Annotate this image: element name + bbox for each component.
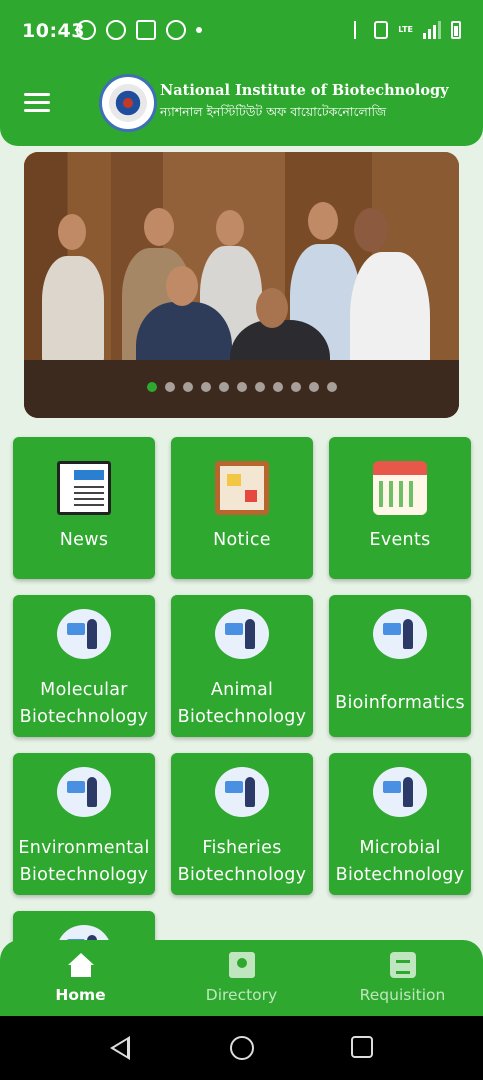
carousel-indicator — [24, 382, 459, 392]
more-notifications-dot-icon — [196, 27, 202, 33]
tile-news[interactable]: News — [13, 437, 155, 579]
app-title-english: National Institute of Biotechnology — [160, 82, 449, 99]
app-title-bangla: ন্যাশনাল ইনস্টিটিউট অফ বায়োটেকনোলোজি — [160, 104, 387, 119]
tile-events[interactable]: Events — [329, 437, 471, 579]
newspaper-icon — [57, 461, 111, 515]
scientist-laptop-icon — [57, 767, 111, 817]
scientist-laptop-icon — [373, 767, 427, 817]
carousel-dot[interactable] — [218, 382, 229, 392]
carousel-dot[interactable] — [272, 382, 283, 392]
tile-label: Biotechnology — [19, 707, 149, 727]
tile-label: Microbial — [359, 838, 441, 858]
tile-label: Animal — [210, 680, 274, 700]
scientist-laptop-icon — [57, 609, 111, 659]
nav-home-label: Home — [55, 986, 106, 1004]
carousel-dot[interactable] — [308, 382, 319, 392]
nav-directory-label: Directory — [205, 986, 278, 1004]
battery-icon — [451, 21, 461, 39]
bluetooth-icon — [354, 21, 364, 39]
tile-microbial-biotechnology[interactable]: Microbial Biotechnology — [329, 753, 471, 895]
tile-animal-biotechnology[interactable]: Animal Biotechnology — [171, 595, 313, 737]
nav-requisition-label: Requisition — [359, 986, 446, 1004]
tile-label: Molecular — [40, 680, 128, 700]
messenger-icon — [106, 20, 126, 40]
home-icon — [67, 952, 94, 978]
image-carousel[interactable] — [24, 152, 459, 418]
nav-directory[interactable]: Directory — [161, 952, 322, 1004]
tile-label: Environmental — [18, 838, 150, 858]
scientist-laptop-icon — [215, 609, 269, 659]
nav-home[interactable]: Home — [0, 952, 161, 1004]
tile-bioinformatics[interactable]: Bioinformatics — [329, 595, 471, 737]
tile-label: Biotechnology — [19, 865, 149, 885]
carousel-dot[interactable] — [182, 382, 193, 392]
tile-fisheries-biotechnology[interactable]: Fisheries Biotechnology — [171, 753, 313, 895]
scientist-laptop-icon — [373, 609, 427, 659]
tile-label: News — [59, 530, 109, 550]
status-bar: 10:43 LTE — [0, 14, 483, 50]
tile-label: Fisheries — [202, 838, 282, 858]
tiktok-icon — [136, 20, 156, 40]
recent-apps-icon[interactable] — [351, 1036, 373, 1058]
tile-label: Biotechnology — [177, 865, 307, 885]
scientist-laptop-icon — [215, 767, 269, 817]
carousel-dot[interactable] — [290, 382, 301, 392]
tile-molecular-biotechnology[interactable]: Molecular Biotechnology — [13, 595, 155, 737]
tile-label: Biotechnology — [335, 865, 465, 885]
whatsapp-icon — [76, 20, 96, 40]
tile-label: Biotechnology — [177, 707, 307, 727]
back-icon[interactable] — [110, 1036, 130, 1060]
tile-label: Notice — [213, 530, 271, 550]
hamburger-menu-icon[interactable] — [24, 93, 50, 113]
nav-requisition[interactable]: Requisition — [322, 952, 483, 1004]
notice-board-icon — [215, 461, 269, 515]
alarm-icon — [166, 20, 186, 40]
network-type-label: LTE — [398, 25, 413, 34]
carousel-dot[interactable] — [326, 382, 337, 392]
tile-label: Bioinformatics — [335, 693, 465, 713]
tile-notice[interactable]: Notice — [171, 437, 313, 579]
vibrate-icon — [374, 21, 389, 39]
signal-icon — [423, 21, 441, 39]
institute-logo — [99, 74, 157, 132]
carousel-dot[interactable] — [164, 382, 175, 392]
system-navigation-bar — [0, 1016, 483, 1080]
home-button-icon[interactable] — [230, 1036, 254, 1060]
tile-label: Events — [369, 530, 431, 550]
requisition-icon — [389, 952, 416, 978]
carousel-dot[interactable] — [146, 382, 157, 392]
carousel-dot[interactable] — [254, 382, 265, 392]
notification-icons — [76, 20, 202, 40]
calendar-icon — [373, 461, 427, 515]
carousel-dot[interactable] — [236, 382, 247, 392]
system-icons: LTE — [354, 21, 461, 39]
directory-icon — [228, 952, 255, 978]
carousel-dot[interactable] — [200, 382, 211, 392]
tile-environmental-biotechnology[interactable]: Environmental Biotechnology — [13, 753, 155, 895]
bottom-navigation: Home Directory Requisition — [0, 940, 483, 1016]
app-header: 10:43 LTE National Institute of Biotechn… — [0, 0, 483, 146]
